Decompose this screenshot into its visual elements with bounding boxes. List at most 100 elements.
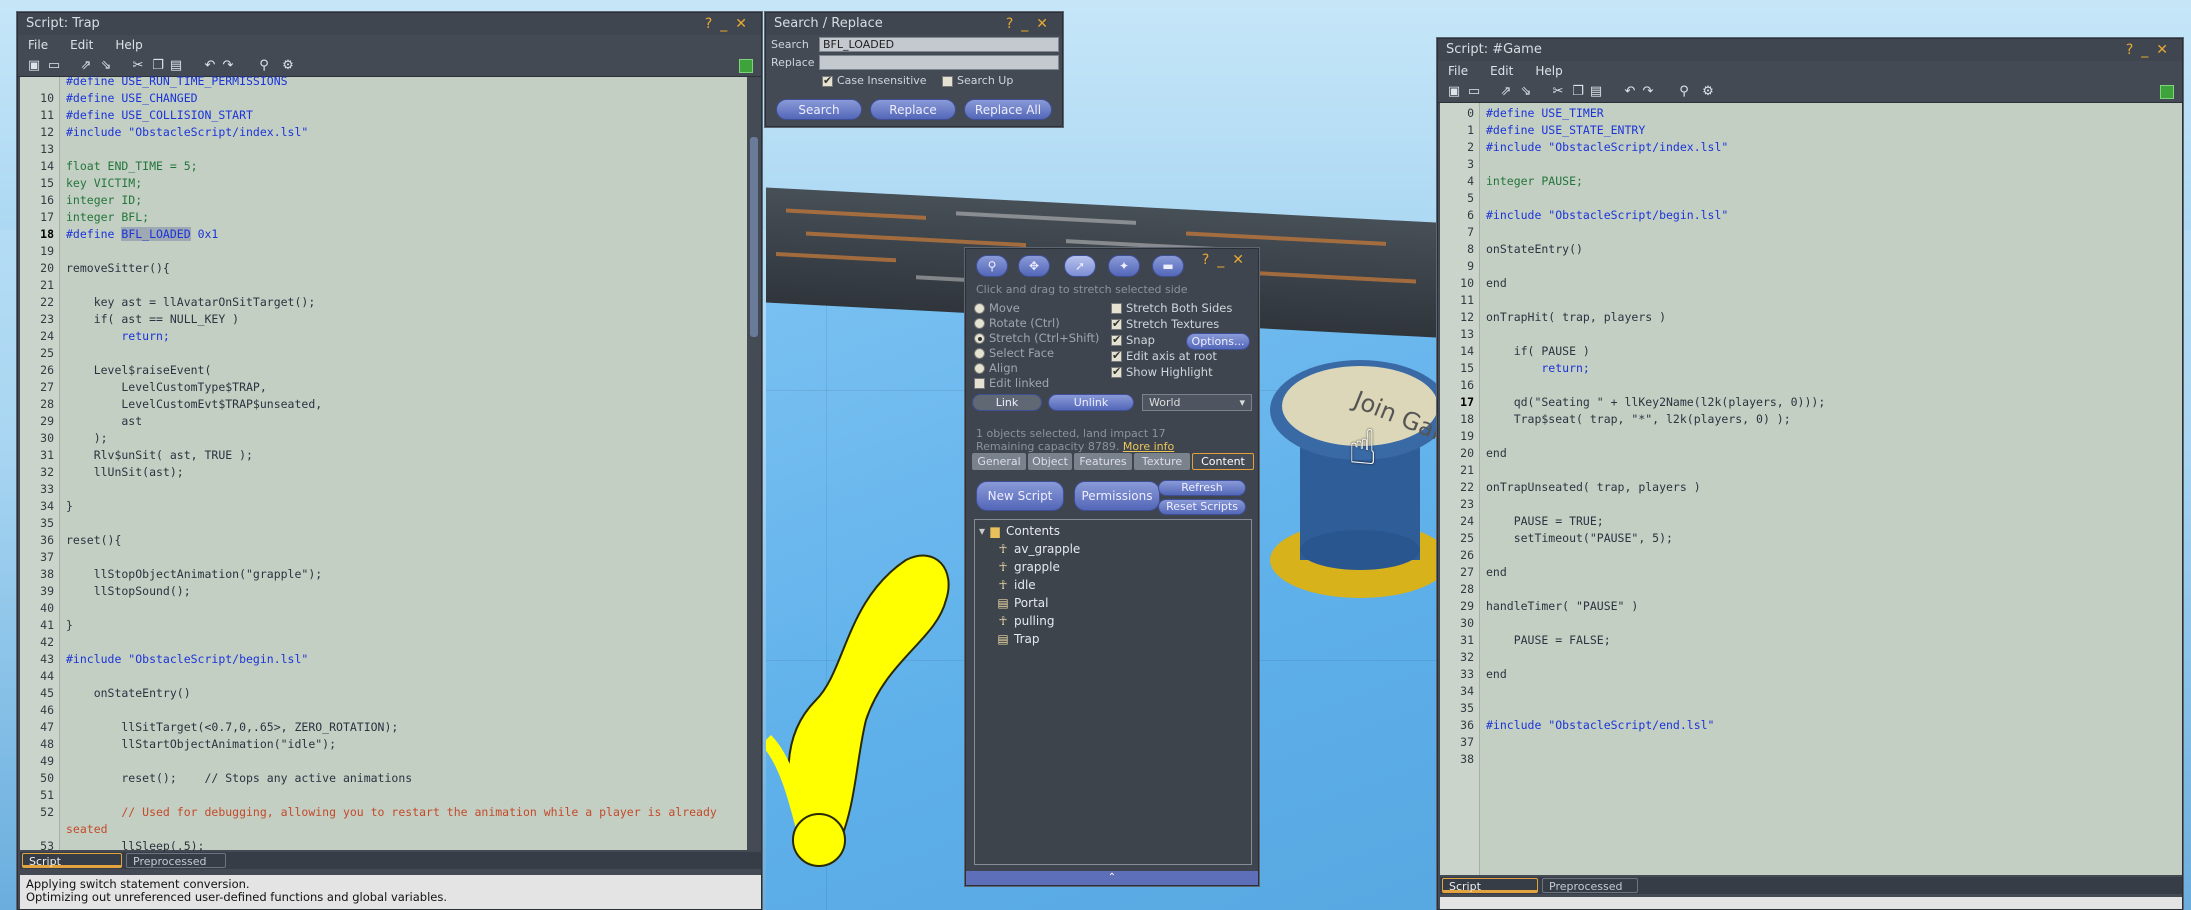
script-game-window[interactable]: Script: #Game ?_✕ File Edit Help ▣ ▭ ⇗ ⇘ ✂ … — [1437, 38, 2183, 910]
code-line[interactable]: 14 if( PAUSE ) — [1440, 343, 2182, 360]
save-icon[interactable]: ▣ — [26, 58, 42, 74]
menu-edit[interactable]: Edit — [70, 38, 93, 52]
code-line[interactable]: 27 LevelCustomType$TRAP, — [20, 379, 761, 396]
code-line[interactable]: 22 key ast = llAvatarOnSitTarget(); — [20, 294, 761, 311]
code-line[interactable]: 29 handleTimer( "PAUSE" ) — [1440, 598, 2182, 615]
code-line[interactable]: 30 — [1440, 615, 2182, 632]
tree-item[interactable]: ☥ idle — [997, 576, 1036, 594]
replace-input[interactable] — [819, 55, 1059, 70]
code-line[interactable]: 17 integer BFL; — [20, 209, 761, 226]
code-line[interactable]: 34} — [20, 498, 761, 515]
code-line[interactable]: 24 PAUSE = TRUE; — [1440, 513, 2182, 530]
land-tool-button[interactable]: ▬ — [1152, 255, 1184, 277]
code-line[interactable]: 29 ast — [20, 413, 761, 430]
code-line[interactable]: 31 Rlv$unSit( ast, TRUE ); — [20, 447, 761, 464]
search-icon[interactable]: ⚲ — [256, 58, 272, 74]
tool-radio-0[interactable]: Move — [974, 301, 1020, 315]
code-line[interactable]: 31 PAUSE = FALSE; — [1440, 632, 2182, 649]
tab-features[interactable]: Features — [1074, 453, 1132, 470]
new-window-icon[interactable]: ▭ — [1466, 84, 1482, 100]
new-script-button[interactable]: New Script — [976, 481, 1064, 511]
tree-folder-contents[interactable]: ▾ ▆ Contents — [979, 522, 1060, 540]
permissions-button[interactable]: Permissions — [1074, 481, 1160, 511]
title-bar[interactable]: Script: Trap ?_✕ — [18, 13, 761, 35]
code-line[interactable]: 23 — [1440, 496, 2182, 513]
code-line[interactable]: 4 integer PAUSE; — [1440, 173, 2182, 190]
code-line[interactable]: 9 — [1440, 258, 2182, 275]
code-line[interactable]: 37 — [1440, 734, 2182, 751]
code-line[interactable]: 47 llSitTarget(<0.7,0,.65>, ZERO_ROTATIO… — [20, 719, 761, 736]
code-line[interactable]: 36 reset(){ — [20, 532, 761, 549]
code-line[interactable]: 52 // Used for debugging, allowing you t… — [20, 804, 761, 821]
create-tool-button[interactable]: ✦ — [1108, 255, 1140, 277]
replace-button[interactable]: Replace — [870, 99, 956, 120]
tree-item[interactable]: ☥ grapple — [997, 558, 1060, 576]
code-line[interactable]: 49 — [20, 753, 761, 770]
code-line[interactable]: 5 — [1440, 190, 2182, 207]
code-line[interactable]: 50 reset(); // Stops any active animatio… — [20, 770, 761, 787]
cut-icon[interactable]: ✂ — [1550, 84, 1566, 100]
code-line[interactable]: 35 — [20, 515, 761, 532]
export-icon[interactable]: ⇗ — [1498, 84, 1514, 100]
tab-general[interactable]: General — [972, 453, 1026, 470]
code-line[interactable]: 43 #include "ObstacleScript/begin.lsl" — [20, 651, 761, 668]
search-icon[interactable]: ⚲ — [1676, 84, 1692, 100]
code-line[interactable]: 39 llStopSound(); — [20, 583, 761, 600]
code-line[interactable]: 11 #define USE_COLLISION_START — [20, 107, 761, 124]
edit-tool-button[interactable]: ➚ — [1064, 255, 1096, 277]
code-line[interactable]: 37 — [20, 549, 761, 566]
save-icon[interactable]: ▣ — [1446, 84, 1462, 100]
code-line[interactable]: 38 llStopObjectAnimation("grapple"); — [20, 566, 761, 583]
tab-script[interactable]: Script — [1442, 878, 1538, 893]
export-icon[interactable]: ⇗ — [78, 58, 94, 74]
paste-icon[interactable]: ▤ — [168, 58, 184, 74]
tool-check-0[interactable]: Stretch Both Sides — [1111, 301, 1232, 315]
code-line[interactable]: 15 key VICTIM; — [20, 175, 761, 192]
code-line[interactable]: 21 — [1440, 462, 2182, 479]
options-button[interactable]: Options... — [1186, 333, 1250, 350]
tab-content[interactable]: Content — [1192, 453, 1254, 470]
code-line[interactable]: 51 — [20, 787, 761, 804]
tool-radio-1[interactable]: Rotate (Ctrl) — [974, 316, 1060, 330]
code-line[interactable]: seated — [20, 821, 761, 838]
code-line[interactable]: 28 — [1440, 581, 2182, 598]
window-controls[interactable]: ?_✕ — [705, 13, 755, 35]
code-line[interactable]: 46 — [20, 702, 761, 719]
code-line[interactable]: 34 — [1440, 683, 2182, 700]
title-bar[interactable]: Script: #Game ?_✕ — [1438, 39, 2182, 61]
coordinate-dropdown[interactable]: World ▾ — [1142, 394, 1252, 411]
code-line[interactable]: 18 Trap$seat( trap, "*", l2k(players, 0)… — [1440, 411, 2182, 428]
undo-icon[interactable]: ↶ — [202, 58, 218, 74]
code-line[interactable]: 41} — [20, 617, 761, 634]
tree-item[interactable]: ▤ Trap — [997, 630, 1039, 648]
code-line[interactable]: 10 #define USE_CHANGED — [20, 90, 761, 107]
tab-preprocessed[interactable]: Preprocessed — [1542, 878, 1638, 893]
title-bar[interactable]: Search / Replace ?_✕ — [766, 13, 1062, 35]
redo-icon[interactable]: ↷ — [220, 58, 236, 74]
code-editor[interactable]: 0 #define USE_TIMER 1 #define USE_STATE_ENT… — [1440, 103, 2182, 875]
window-controls[interactable]: ?_✕ — [1202, 249, 1252, 271]
code-line[interactable]: 19 — [20, 243, 761, 260]
join-game-drum[interactable]: Join Game — [1262, 350, 1442, 630]
unlink-button[interactable]: Unlink — [1048, 394, 1134, 411]
code-line[interactable]: 10 end — [1440, 275, 2182, 292]
code-line[interactable]: 42 — [20, 634, 761, 651]
copy-icon[interactable]: ❐ — [150, 58, 166, 74]
window-controls[interactable]: ?_✕ — [1006, 13, 1056, 35]
import-icon[interactable]: ⇘ — [98, 58, 114, 74]
tree-item[interactable]: ▤ Portal — [997, 594, 1048, 612]
focus-tool-button[interactable]: ⚲ — [976, 255, 1008, 277]
undo-icon[interactable]: ↶ — [1622, 84, 1638, 100]
tab-script[interactable]: Script — [22, 853, 122, 868]
code-line[interactable]: 48 llStartObjectAnimation("idle"); — [20, 736, 761, 753]
code-line[interactable]: 13 — [20, 141, 761, 158]
search-input[interactable]: BFL_LOADED — [819, 37, 1059, 52]
code-line[interactable]: 6 #include "ObstacleScript/begin.lsl" — [1440, 207, 2182, 224]
code-line[interactable]: 25 — [20, 345, 761, 362]
code-line[interactable]: 19 — [1440, 428, 2182, 445]
code-line[interactable]: #define USE_RUN_TIME_PERMISSIONS — [20, 73, 761, 90]
code-line[interactable]: 28 LevelCustomEvt$TRAP$unseated, — [20, 396, 761, 413]
refresh-button[interactable]: Refresh — [1158, 480, 1246, 496]
more-info-link[interactable]: More info — [1123, 440, 1174, 453]
import-icon[interactable]: ⇘ — [1518, 84, 1534, 100]
